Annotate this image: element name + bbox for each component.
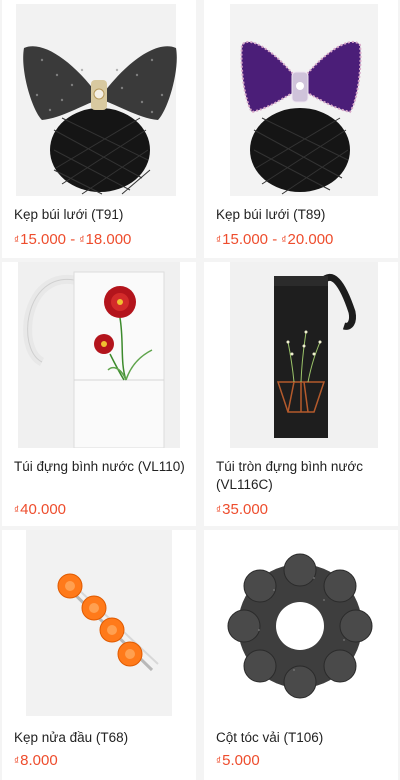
- product-grid: Kẹp búi lưới (T91) ₫15.000 - ₫18.000 Kẹp…: [0, 0, 400, 780]
- product-name[interactable]: Túi đựng bình nước (VL110): [14, 458, 190, 476]
- price-value: 40.000: [20, 501, 67, 518]
- product-card-t91[interactable]: Kẹp búi lưới (T91) ₫15.000 - ₫18.000: [2, 0, 196, 258]
- product-price: ₫5.000: [216, 751, 260, 772]
- price-max: 18.000: [85, 231, 132, 248]
- product-name[interactable]: Túi tròn đựng bình nước (VL116C): [216, 458, 392, 494]
- product-card-t68[interactable]: Kẹp nửa đầu (T68) ₫8.000: [2, 530, 196, 780]
- price-separator: -: [268, 231, 282, 248]
- price-min: 15.000: [20, 231, 67, 248]
- product-price: ₫8.000: [14, 751, 58, 772]
- currency-symbol: ₫: [14, 505, 20, 516]
- product-card-t106[interactable]: Cột tóc vải (T106) ₫5.000: [204, 530, 398, 780]
- price-value: 5.000: [222, 752, 260, 769]
- black-glitter-bow-hair-net-image[interactable]: [2, 0, 196, 198]
- product-name[interactable]: Kẹp nửa đầu (T68): [14, 729, 190, 747]
- currency-symbol: ₫: [216, 505, 222, 516]
- product-price-range: ₫15.000 - ₫18.000: [14, 230, 131, 251]
- product-card-t89[interactable]: Kẹp búi lưới (T89) ₫15.000 - ₫20.000: [204, 0, 398, 258]
- currency-symbol: ₫: [216, 756, 222, 767]
- product-price-range: ₫15.000 - ₫20.000: [216, 230, 333, 251]
- product-name[interactable]: Cột tóc vải (T106): [216, 729, 392, 747]
- black-bottle-bag-embroidery-image[interactable]: [204, 262, 398, 448]
- currency-symbol: ₫: [281, 235, 287, 246]
- currency-symbol: ₫: [14, 235, 20, 246]
- currency-symbol: ₫: [79, 235, 85, 246]
- white-bottle-bag-red-flower-image[interactable]: [2, 262, 196, 448]
- orange-rose-hair-clip-image[interactable]: [2, 530, 196, 716]
- product-price: ₫35.000: [216, 500, 268, 521]
- currency-symbol: ₫: [14, 756, 20, 767]
- price-min: 15.000: [222, 231, 269, 248]
- product-card-vl110[interactable]: Túi đựng bình nước (VL110) ₫40.000: [2, 262, 196, 526]
- product-name[interactable]: Kẹp búi lưới (T91): [14, 206, 190, 224]
- product-card-vl116c[interactable]: Túi tròn đựng bình nước (VL116C) ₫35.000: [204, 262, 398, 526]
- product-price: ₫40.000: [14, 500, 66, 521]
- price-value: 8.000: [20, 752, 58, 769]
- grey-fabric-scrunchie-image[interactable]: [204, 530, 398, 716]
- currency-symbol: ₫: [216, 235, 222, 246]
- product-name[interactable]: Kẹp búi lưới (T89): [216, 206, 392, 224]
- price-max: 20.000: [287, 231, 334, 248]
- purple-bow-hair-net-image[interactable]: [204, 0, 398, 198]
- price-value: 35.000: [222, 501, 269, 518]
- price-separator: -: [66, 231, 80, 248]
